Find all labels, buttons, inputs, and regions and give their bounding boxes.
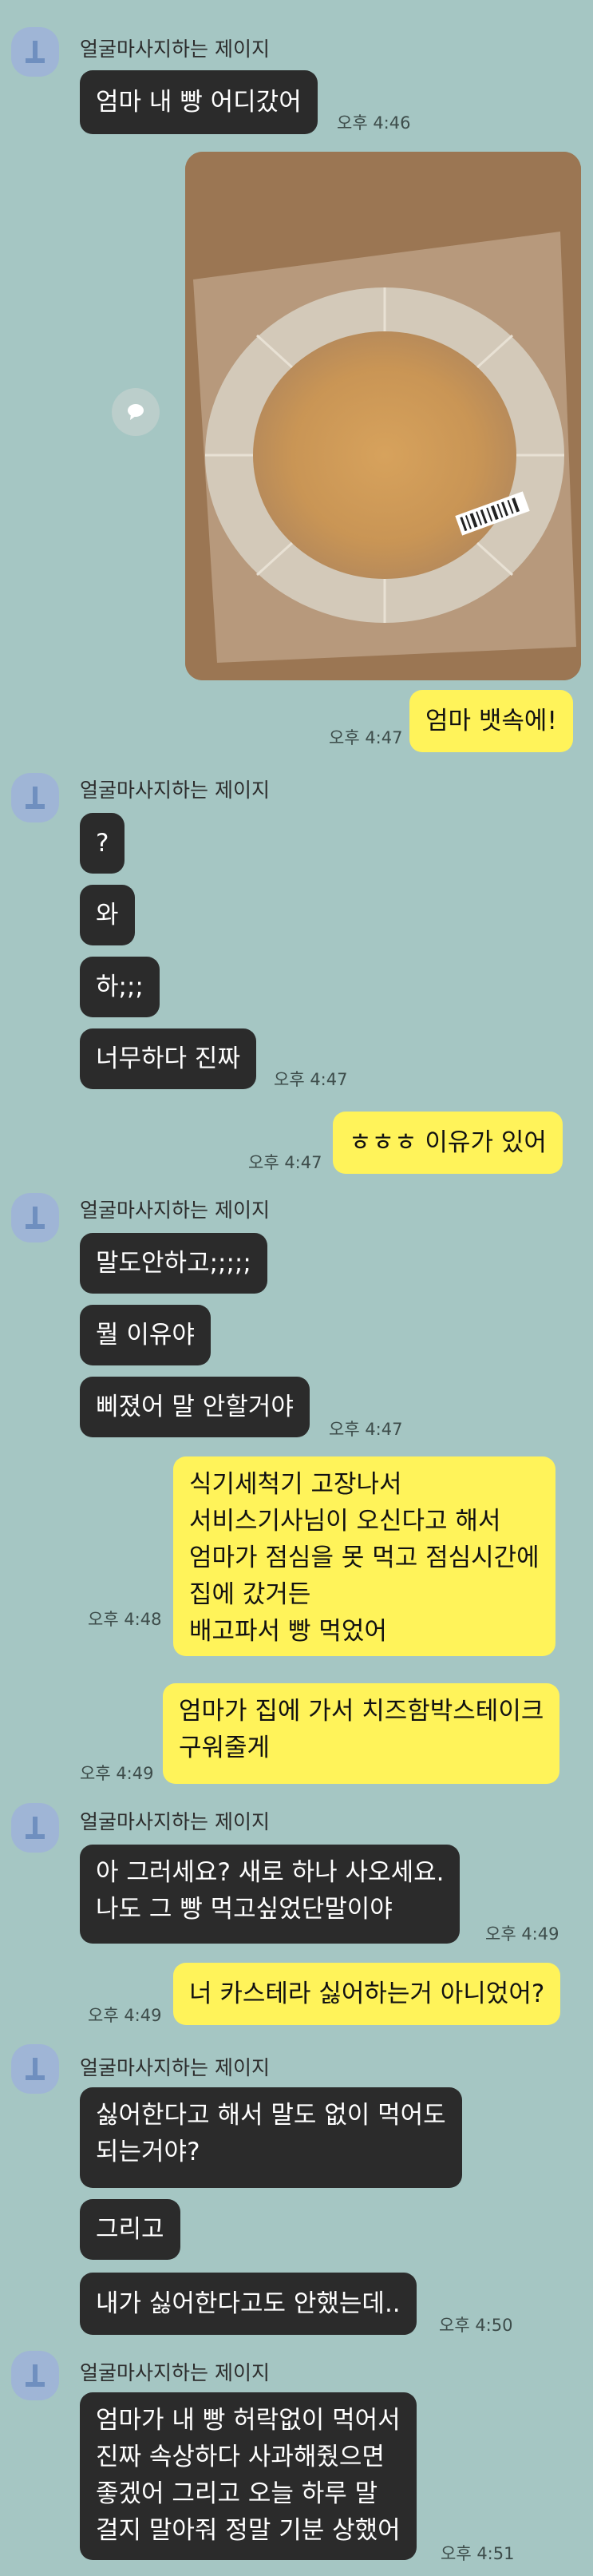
message-time: 오후 4:47: [329, 728, 403, 747]
sender-name: 얼굴마사지하는 제이지: [80, 1810, 270, 1833]
message-line: 아 그러세요? 새로 하나 사오세요.: [96, 1858, 445, 1887]
message-bubble[interactable]: ?: [80, 813, 125, 874]
default-profile-icon: [26, 41, 45, 63]
message-line: 식기세척기 고장나서: [189, 1470, 402, 1499]
default-profile-icon: [26, 2058, 45, 2080]
message-bubble[interactable]: 뭘 이유야: [80, 1305, 211, 1365]
share-button[interactable]: [112, 388, 160, 436]
message-line: 걸지 말아줘 정말 기분 상했어: [96, 2516, 401, 2545]
message-line: 엄마가 점심을 못 먹고 점심시간에: [189, 1544, 540, 1572]
message-line: 진짜 속상하다 사과해줬으면: [96, 2443, 385, 2471]
message-line: 엄마가 집에 가서 치즈함박스테이크: [179, 1697, 544, 1726]
message-time: 오후 4:48: [88, 1610, 162, 1629]
message-line: 엄마가 내 빵 허락없이 먹어서: [96, 2406, 401, 2435]
message-time: 오후 4:46: [337, 113, 411, 133]
message-bubble[interactable]: 하;;;: [80, 957, 160, 1017]
message-time: 오후 4:50: [439, 2316, 513, 2335]
message-line: 되는거야?: [96, 2138, 200, 2166]
sender-name: 얼굴마사지하는 제이지: [80, 2361, 270, 2384]
message-time: 오후 4:51: [441, 2544, 515, 2563]
message-bubble[interactable]: 엄마가 집에 가서 치즈함박스테이크 구워줄게: [163, 1683, 560, 1784]
message-line: 서비스기사님이 오신다고 해서: [189, 1507, 501, 1536]
sender-avatar[interactable]: [11, 27, 59, 77]
message-line: 싫어한다고 해서 말도 없이 먹어도: [96, 2101, 446, 2130]
message-time: 오후 4:49: [80, 1764, 154, 1783]
message-bubble[interactable]: 말도안하고;;;;;: [80, 1233, 267, 1294]
message-line: 구워줄게: [179, 1734, 271, 1762]
message-bubble[interactable]: 내가 싫어한다고도 안했는데..: [80, 2273, 417, 2335]
message-bubble[interactable]: 너 카스테라 싫어하는거 아니었어?: [173, 1963, 561, 2025]
message-bubble[interactable]: 아 그러세요? 새로 하나 사오세요. 나도 그 빵 먹고싶었단말이야: [80, 1845, 461, 1944]
message-bubble[interactable]: 엄마가 내 빵 허락없이 먹어서 진짜 속상하다 사과해줬으면 좋겠어 그리고 …: [80, 2392, 417, 2560]
message-time: 오후 4:47: [248, 1153, 322, 1172]
message-line: 집에 갔거든: [189, 1580, 311, 1609]
sender-avatar[interactable]: [11, 1803, 59, 1853]
default-profile-icon: [26, 2364, 45, 2387]
photo-message[interactable]: [185, 152, 581, 680]
message-bubble[interactable]: 엄마 뱃속에!: [409, 690, 573, 752]
sender-name: 얼굴마사지하는 제이지: [80, 2056, 270, 2079]
sender-name: 얼굴마사지하는 제이지: [80, 779, 270, 802]
default-profile-icon: [26, 1207, 45, 1229]
message-bubble[interactable]: 너무하다 진짜: [80, 1028, 256, 1089]
message-time: 오후 4:49: [88, 2006, 162, 2025]
message-time: 오후 4:47: [329, 1420, 403, 1439]
message-bubble[interactable]: 와: [80, 885, 135, 945]
message-line: 배고파서 빵 먹었어: [189, 1617, 387, 1646]
speech-bubble-icon: [128, 404, 144, 420]
message-line: 나도 그 빵 먹고싶었단말이야: [96, 1895, 393, 1924]
message-bubble[interactable]: 그리고: [80, 2199, 180, 2260]
message-bubble[interactable]: 삐졌어 말 안할거야: [80, 1377, 310, 1437]
sender-avatar[interactable]: [11, 2044, 59, 2094]
sender-name: 얼굴마사지하는 제이지: [80, 38, 270, 61]
sender-avatar[interactable]: [11, 1193, 59, 1242]
sender-name: 얼굴마사지하는 제이지: [80, 1199, 270, 1222]
message-bubble[interactable]: 엄마 내 빵 어디갔어: [80, 70, 318, 134]
default-profile-icon: [26, 787, 45, 809]
message-bubble[interactable]: 싫어한다고 해서 말도 없이 먹어도 되는거야?: [80, 2087, 462, 2188]
message-time: 오후 4:49: [485, 1924, 559, 1944]
message-line: 좋겠어 그리고 오늘 하루 말: [96, 2479, 378, 2508]
default-profile-icon: [26, 1817, 45, 1839]
message-time: 오후 4:47: [274, 1070, 348, 1089]
message-bubble[interactable]: ㅎㅎㅎ 이유가 있어: [333, 1112, 563, 1174]
message-bubble[interactable]: 식기세척기 고장나서 서비스기사님이 오신다고 해서 엄마가 점심을 못 먹고 …: [173, 1456, 555, 1656]
sender-avatar[interactable]: [11, 2351, 59, 2400]
empty-cake-wrapper-photo: [185, 152, 581, 680]
sender-avatar[interactable]: [11, 773, 59, 822]
